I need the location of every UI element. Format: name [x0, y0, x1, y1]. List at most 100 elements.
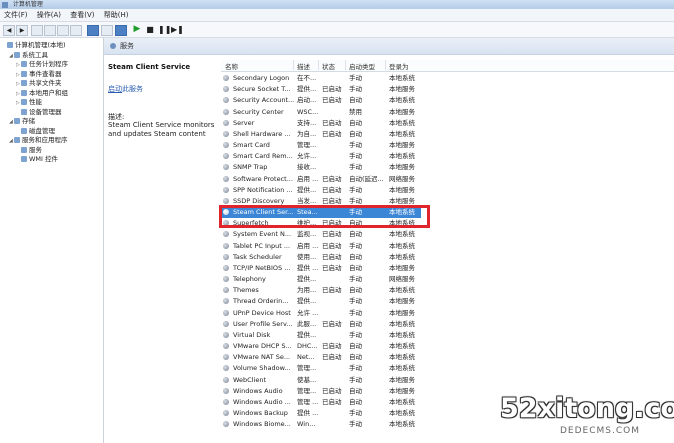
menu-file[interactable]: 文件(F): [4, 11, 28, 19]
stop-service-icon[interactable]: ■: [145, 25, 155, 34]
tree-node-label: 服务和应用程序: [22, 136, 68, 144]
table-row[interactable]: Windows Backup 提供 ... 手动 本地系统: [221, 408, 421, 419]
table-row[interactable]: Software Protect... 启用 ... 已启动 自动(延迟... 网络服务: [221, 174, 421, 185]
tree-node[interactable]: ▷ 事件查看器: [16, 70, 62, 79]
forward-icon[interactable]: ▶: [16, 25, 28, 36]
table-row[interactable]: Themes 为用... 已启动 自动 本地系统: [221, 285, 421, 296]
table-row[interactable]: Telephony 提供... 手动 网络服务: [221, 274, 421, 285]
column-description[interactable]: 描述: [297, 61, 310, 71]
column-separator[interactable]: [345, 60, 346, 70]
row-status: 已启动: [322, 118, 342, 127]
table-row[interactable]: User Profile Serv... 此服... 已启动 自动 本地系统: [221, 319, 421, 330]
refresh-icon[interactable]: [57, 25, 69, 36]
column-status[interactable]: 状态: [322, 61, 335, 71]
row-startup-type: 自动: [349, 96, 362, 105]
gear-icon: [223, 130, 229, 137]
back-icon[interactable]: ◀: [3, 25, 15, 36]
table-row[interactable]: Security Account... 启动... 已启动 自动 本地系统: [221, 95, 421, 106]
tree-node[interactable]: ◢ 服务和应用程序: [9, 136, 68, 145]
tree-node[interactable]: ▷ 性能: [16, 98, 42, 107]
row-startup-type: 禁用: [349, 107, 362, 116]
tree-node-icon: [21, 99, 27, 105]
table-row[interactable]: SNMP Trap 接收... 手动 本地服务: [221, 162, 421, 173]
table-row[interactable]: Tablet PC Input ... 启用 ... 已启动 手动 本地系统: [221, 241, 421, 252]
row-description: 监视...: [297, 230, 317, 239]
menu-help[interactable]: 帮助(H): [104, 11, 129, 19]
tree-node[interactable]: 服务: [16, 146, 42, 155]
table-row[interactable]: SPP Notification ... 提供... 已启动 手动 本地服务: [221, 185, 421, 196]
menu-action[interactable]: 操作(A): [37, 11, 61, 19]
pause-service-icon[interactable]: ❚❚: [158, 25, 171, 34]
column-log-on-as[interactable]: 登录为: [389, 61, 409, 71]
column-separator[interactable]: [318, 60, 319, 70]
table-row[interactable]: Virtual Disk 提供... 手动 本地系统: [221, 330, 421, 341]
row-status: 已启动: [322, 230, 342, 239]
table-row[interactable]: Smart Card 管理... 手动 本地服务: [221, 140, 421, 151]
row-description: Net...: [297, 353, 315, 362]
export-icon[interactable]: [70, 25, 82, 36]
table-row[interactable]: TCP/IP NetBIOS ... 提供 ... 已启动 自动 本地服务: [221, 263, 421, 274]
row-log-on-as: 本地系统: [389, 364, 415, 373]
tree-node[interactable]: ▷ 本地用户和组: [16, 89, 68, 98]
table-row[interactable]: Server 支持... 已启动 自动 本地系统: [221, 118, 421, 129]
table-row[interactable]: VMware DHCP S... DHC... 已启动 自动 本地系统: [221, 341, 421, 352]
tree-node-icon: [21, 70, 27, 77]
table-row[interactable]: Secondary Logon 在不... 手动 本地系统: [221, 73, 421, 84]
gear-icon: [223, 97, 229, 104]
row-startup-type: 手动: [349, 308, 362, 317]
menu-view[interactable]: 查看(V): [70, 11, 94, 19]
row-log-on-as: 本地系统: [389, 353, 415, 362]
console-tree-icon[interactable]: [31, 25, 43, 36]
table-row[interactable]: Shell Hardware ... 为自... 已启动 自动 本地系统: [221, 129, 421, 140]
row-status: 已启动: [322, 342, 342, 351]
table-row[interactable]: System Event N... 监视... 已启动 自动 本地系统: [221, 229, 421, 240]
row-status: 已启动: [322, 185, 342, 194]
row-service-name: Secure Socket T...: [233, 85, 291, 94]
column-name[interactable]: 名称: [225, 61, 238, 71]
gear-icon: [223, 231, 229, 238]
column-separator[interactable]: [385, 60, 386, 70]
tree-node[interactable]: ◢ 系统工具: [9, 51, 48, 60]
restart-service-icon[interactable]: ▶❚: [171, 25, 184, 34]
tree-node[interactable]: ◢ 存储: [9, 117, 35, 126]
table-row[interactable]: Task Scheduler 使用... 已启动 自动 本地系统: [221, 252, 421, 263]
properties-icon[interactable]: [101, 25, 113, 36]
column-startup-type[interactable]: 启动类型: [349, 61, 375, 71]
table-row[interactable]: Secure Socket T... 提供... 已启动 手动 本地服务: [221, 84, 421, 95]
tree-node[interactable]: WMI 控件: [16, 155, 58, 164]
table-row[interactable]: Windows Audio ... 管理 ... 已启动 自动 本地系统: [221, 397, 421, 408]
table-row[interactable]: Windows Audio 管理... 已启动 自动 本地服务: [221, 386, 421, 397]
row-service-name: User Profile Serv...: [233, 319, 293, 328]
tree-node-label: 服务: [29, 145, 42, 154]
tree-node[interactable]: 计算机管理(本地): [2, 41, 66, 50]
start-service-icon[interactable]: ▶: [132, 25, 142, 34]
tree-node[interactable]: 设备管理器: [16, 108, 62, 117]
services-list: 名称 描述 状态 启动类型 登录为 Secondary Logon 在不... 手动…: [221, 60, 674, 443]
tree-node[interactable]: 磁盘管理: [16, 127, 55, 136]
table-row[interactable]: WebClient 使基... 手动 本地服务: [221, 375, 421, 386]
table-row[interactable]: Windows Biome... Win... 手动 本地系统: [221, 419, 421, 430]
tree-node[interactable]: ▷ 共享文件夹: [16, 79, 62, 88]
gear-icon: [223, 343, 229, 350]
row-description: 管理...: [297, 386, 317, 395]
table-row[interactable]: Thread Orderin... 提供... 手动 本地服务: [221, 296, 421, 307]
tree-node-icon: [14, 51, 20, 58]
column-separator[interactable]: [293, 60, 294, 70]
row-service-name: Thread Orderin...: [233, 297, 289, 306]
list-view-icon[interactable]: [44, 25, 56, 36]
row-status: 已启动: [322, 263, 342, 272]
start-link[interactable]: 启动: [108, 85, 122, 93]
gear-icon: [223, 75, 229, 81]
table-row[interactable]: Security Center WSC... 禁用 本地服务: [221, 107, 421, 118]
tree-node-icon: [21, 146, 27, 153]
table-row[interactable]: VMware NAT Se... Net... 已启动 自动 本地系统: [221, 352, 421, 363]
row-description: 提供...: [297, 185, 317, 194]
table-row[interactable]: Volume Shadow... 管理... 手动 本地系统: [221, 363, 421, 374]
tree-node[interactable]: ▷ 任务计划程序: [16, 60, 68, 69]
tree-node-label: WMI 控件: [29, 155, 59, 163]
row-startup-type: 手动: [349, 185, 362, 194]
action-pane-icon[interactable]: [115, 25, 127, 36]
table-row[interactable]: Smart Card Rem... 允许... 手动 本地系统: [221, 151, 421, 162]
table-row[interactable]: UPnP Device Host 允许 ... 手动 本地服务: [221, 308, 421, 319]
help-icon[interactable]: [87, 25, 99, 36]
